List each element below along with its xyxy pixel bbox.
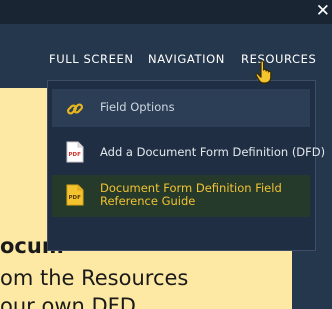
link-icon [66,103,84,115]
pdf-file-icon: PDF [66,184,84,206]
svg-text:PDF: PDF [69,195,82,201]
menu-item-label: Field Options [100,100,175,114]
close-icon[interactable]: ✕ [316,0,330,22]
hand-pointer-icon [255,60,272,84]
svg-text:PDF: PDF [69,152,82,158]
menu-item-label: Document Form Definition Field Reference… [100,182,282,208]
document-text-line: our own DFD [0,294,136,309]
top-bar: ✕ [0,0,332,24]
resources-dropdown-menu: Field Options PDF Add a Document Form De… [47,74,325,251]
menu-item-label-line: Reference Guide [100,194,196,208]
menu-item-field-options[interactable]: Field Options [52,89,310,127]
nav-resources[interactable]: RESOURCES [241,52,316,66]
menu-item-add-dfd[interactable]: PDF Add a Document Form Definition (DFD) [52,132,325,174]
nav-navigation[interactable]: NAVIGATION [148,52,225,66]
menu-item-dfd-field-reference-guide[interactable]: PDF Document Form Definition Field Refer… [52,175,310,217]
nav-fullscreen[interactable]: FULL SCREEN [49,52,134,66]
menu-item-label: Add a Document Form Definition (DFD) [100,145,326,159]
document-text-line: om the Resources [0,266,189,290]
pdf-file-icon: PDF [66,141,84,163]
